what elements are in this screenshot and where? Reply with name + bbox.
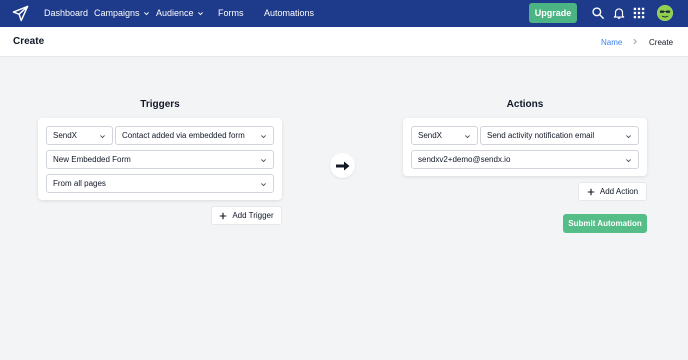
- nav-automations[interactable]: Automations: [264, 0, 314, 27]
- chevron-down-icon: [261, 183, 266, 187]
- add-action-label: Add Action: [599, 187, 639, 196]
- action-app-value: SendX: [418, 131, 443, 140]
- user-avatar[interactable]: [657, 5, 673, 21]
- nav-dashboard-label: Dashboard: [44, 8, 89, 18]
- trigger-pages-value: From all pages: [53, 179, 106, 188]
- nav-audience-label: Audience: [156, 8, 194, 18]
- page-header: Create Name Create: [0, 27, 688, 57]
- bell-icon[interactable]: [612, 6, 626, 20]
- add-trigger-label: Add Trigger: [232, 211, 274, 220]
- nav-campaigns[interactable]: Campaigns: [94, 0, 150, 27]
- apps-grid-icon[interactable]: [632, 6, 646, 20]
- paper-plane-logo-icon[interactable]: [12, 5, 29, 22]
- chevron-down-icon: [261, 159, 266, 163]
- chevron-down-icon: [197, 12, 203, 16]
- action-email-select[interactable]: sendxv2+demo@sendx.io: [411, 150, 639, 169]
- arrow-right-icon: [335, 161, 349, 170]
- trigger-form-value: New Embedded Form: [53, 155, 131, 164]
- avatar-face-icon: [657, 5, 673, 21]
- flow-arrow: [330, 153, 355, 178]
- nav-dashboard[interactable]: Dashboard: [44, 0, 88, 27]
- trigger-pages-select[interactable]: From all pages: [46, 174, 274, 193]
- triggers-title: Triggers: [140, 99, 180, 110]
- chevron-down-icon: [626, 135, 631, 139]
- action-event-select[interactable]: Send activity notification email: [480, 126, 639, 145]
- add-trigger-button[interactable]: Add Trigger: [211, 206, 282, 225]
- search-icon[interactable]: [591, 6, 605, 20]
- chevron-down-icon: [100, 135, 105, 139]
- nav-audience[interactable]: Audience: [156, 0, 204, 27]
- page-title: Create: [13, 36, 45, 47]
- chevron-down-icon: [261, 135, 266, 139]
- actions-card: SendX Send activity notification email s…: [403, 118, 647, 176]
- nav-campaigns-label: Campaigns: [94, 8, 140, 18]
- add-action-button[interactable]: Add Action: [578, 182, 647, 201]
- trigger-form-select[interactable]: New Embedded Form: [46, 150, 274, 169]
- triggers-card: SendX Contact added via embedded form Ne…: [38, 118, 282, 200]
- nav-forms-label: Forms: [218, 8, 244, 18]
- trigger-app-select[interactable]: SendX: [46, 126, 113, 145]
- chevron-down-icon: [143, 12, 149, 16]
- action-event-value: Send activity notification email: [487, 131, 595, 140]
- chevron-down-icon: [465, 135, 470, 139]
- breadcrumb-current: Create: [649, 38, 674, 47]
- submit-automation-button[interactable]: Submit Automation: [563, 214, 647, 233]
- chevron-right-icon: [633, 38, 637, 45]
- action-app-select[interactable]: SendX: [411, 126, 478, 145]
- upgrade-button[interactable]: Upgrade: [529, 3, 577, 23]
- nav-automations-label: Automations: [264, 8, 315, 18]
- plus-icon: [220, 212, 227, 219]
- trigger-event-select[interactable]: Contact added via embedded form: [115, 126, 274, 145]
- chevron-down-icon: [626, 159, 631, 163]
- plus-icon: [587, 188, 595, 195]
- nav-forms[interactable]: Forms: [218, 0, 244, 27]
- action-email-value: sendxv2+demo@sendx.io: [418, 155, 511, 164]
- trigger-app-value: SendX: [53, 131, 78, 140]
- breadcrumb-name-link[interactable]: Name: [601, 38, 622, 47]
- actions-title: Actions: [506, 99, 544, 110]
- trigger-event-value: Contact added via embedded form: [122, 131, 245, 140]
- top-navbar: Dashboard Campaigns Audience Forms Autom…: [0, 0, 688, 27]
